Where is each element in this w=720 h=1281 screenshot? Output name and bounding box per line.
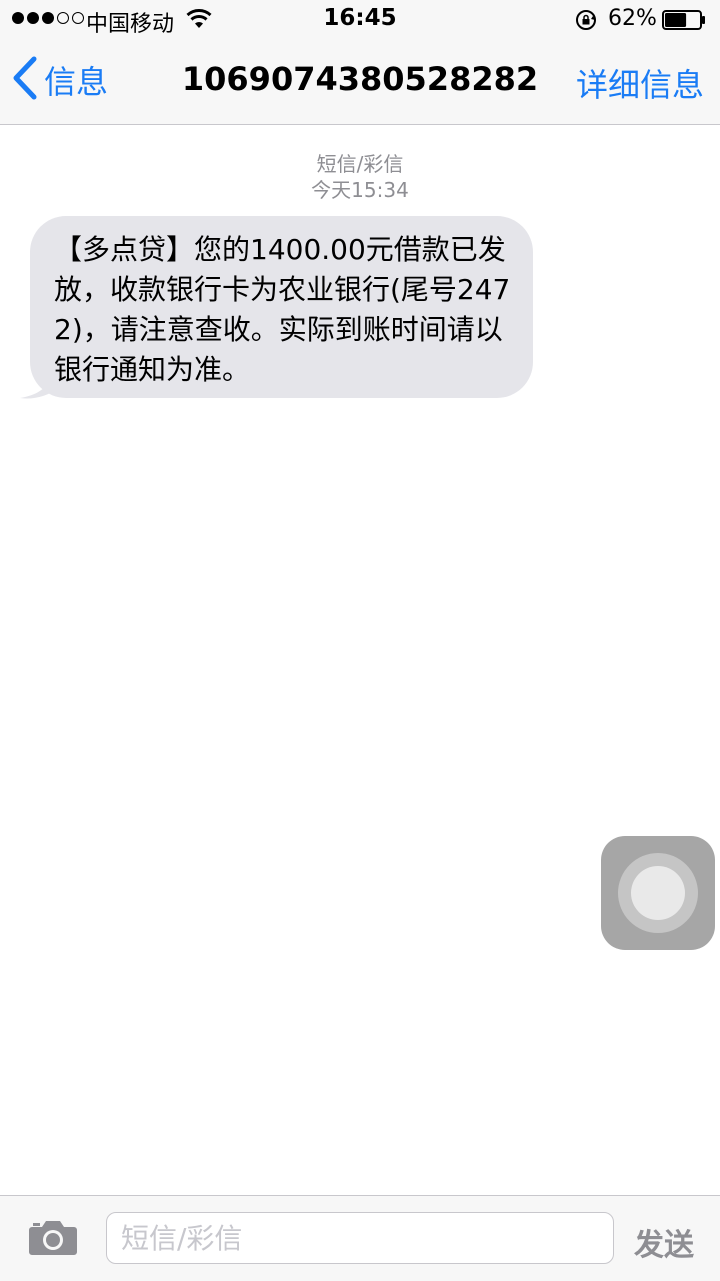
camera-icon[interactable]: [28, 1218, 78, 1260]
orientation-lock-icon: [574, 8, 598, 36]
message-input[interactable]: [106, 1212, 614, 1264]
assistive-touch-icon: [631, 866, 685, 920]
send-button[interactable]: 发送: [634, 1220, 694, 1264]
incoming-message-bubble[interactable]: 【多点贷】您的1400.00元借款已发放，收款银行卡为农业银行(尾号2472)，…: [30, 216, 533, 398]
back-label: 信息: [44, 63, 109, 101]
message-timestamp: 今天15:34: [311, 178, 409, 202]
message-input-bar: 发送: [0, 1195, 720, 1281]
message-type-label: 短信/彩信: [316, 152, 404, 176]
navigation-bar: 信息 1069074380528282 详细信息: [0, 40, 720, 125]
assistive-touch-button[interactable]: [601, 836, 715, 950]
battery-percent: 62%: [608, 6, 657, 31]
details-button[interactable]: 详细信息: [576, 60, 704, 106]
battery-icon: [662, 10, 706, 30]
status-bar: 中国移动 16:45 62%: [0, 0, 720, 40]
back-button[interactable]: 信息: [12, 56, 108, 104]
chevron-left-icon: [12, 56, 38, 104]
